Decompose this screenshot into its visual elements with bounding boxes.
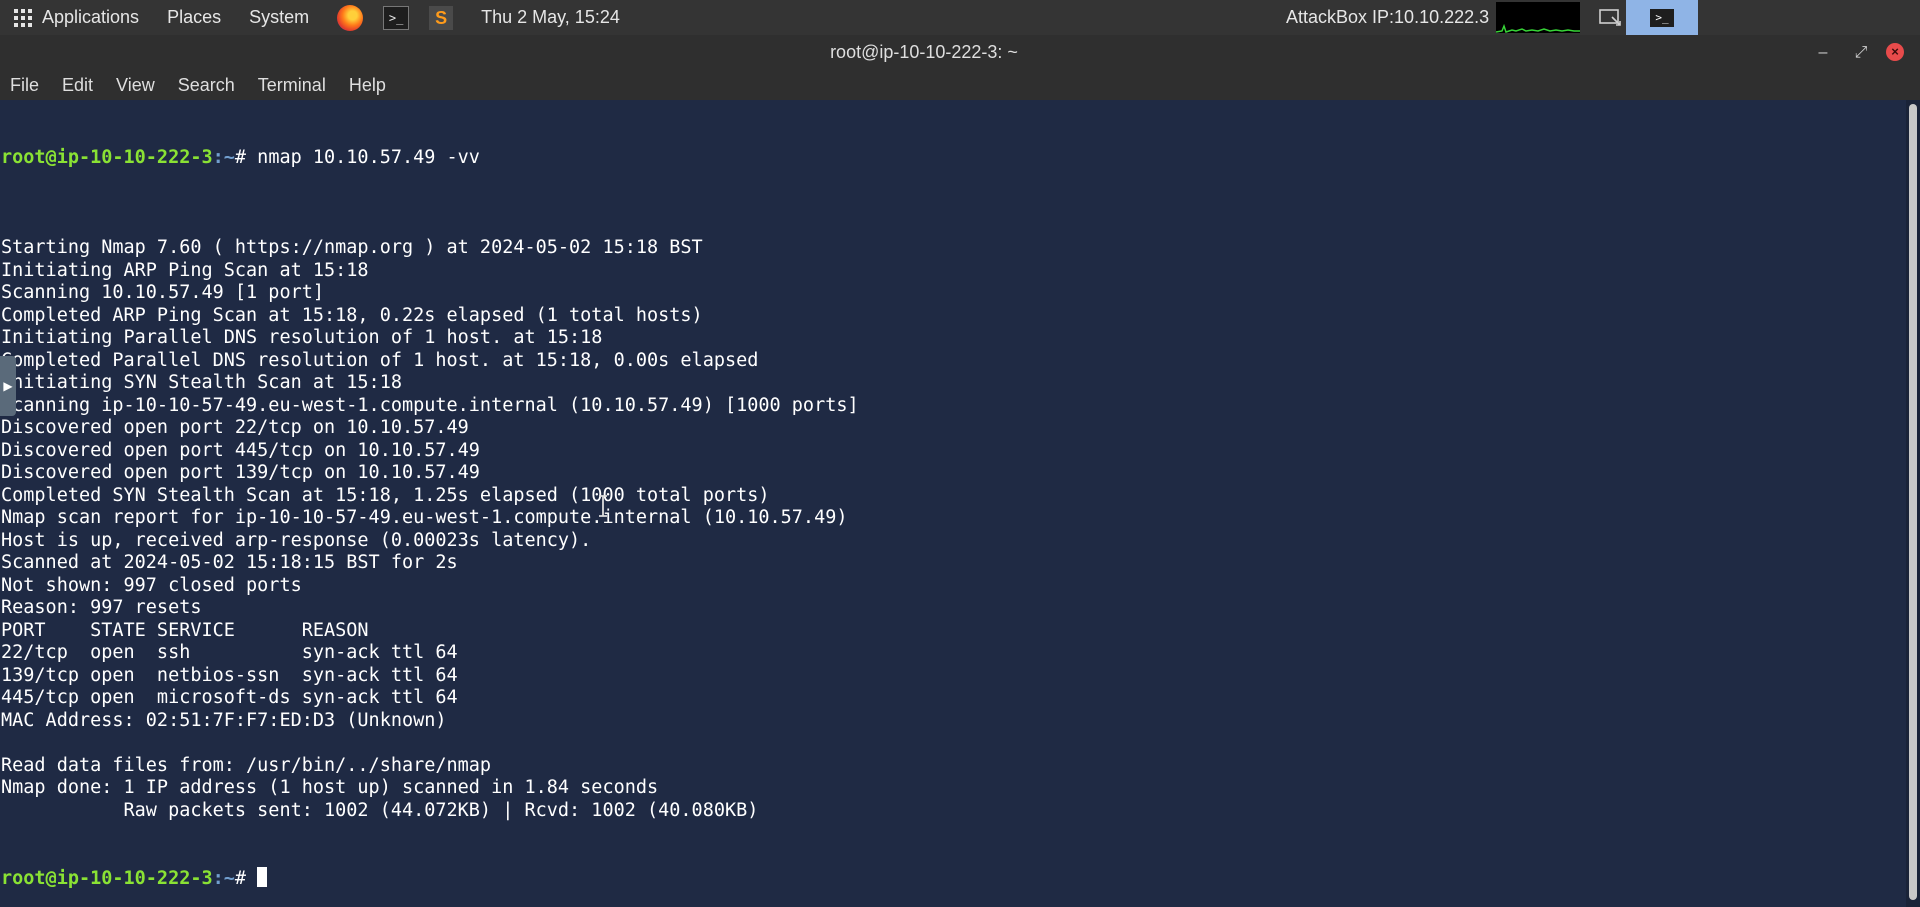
output-line: Completed SYN Stealth Scan at 15:18, 1.2… <box>1 484 770 506</box>
window-title: root@ip-10-10-222-3: ~ <box>830 42 1018 62</box>
maximize-button[interactable]: ⤢ <box>1846 35 1876 70</box>
places-menu[interactable]: Places <box>167 0 221 35</box>
output-line: Not shown: 997 closed ports <box>1 574 302 596</box>
output-line: Starting Nmap 7.60 ( https://nmap.org ) … <box>1 237 703 258</box>
mouse-ibeam-cursor-icon <box>596 494 610 518</box>
output-line: MAC Address: 02:51:7F:F7:ED:D3 (Unknown) <box>1 709 447 731</box>
output-line: Discovered open port 22/tcp on 10.10.57.… <box>1 417 469 438</box>
output-lines: Starting Nmap 7.60 ( https://nmap.org ) … <box>1 215 859 823</box>
output-line: Initiating SYN Stealth Scan at 15:18 <box>1 372 402 393</box>
system-menu[interactable]: System <box>249 0 309 35</box>
menu-search[interactable]: Search <box>178 75 235 96</box>
scrollbar-thumb[interactable] <box>1909 104 1917 900</box>
top-panel: Applications Places System >_ S Thu 2 Ma… <box>0 0 1920 35</box>
prompt-user: root@ip-10-10-222-3 <box>1 147 213 168</box>
window-titlebar[interactable]: root@ip-10-10-222-3: ~ ‒ ⤢ × <box>0 35 1920 70</box>
output-line: Host is up, received arp-response (0.000… <box>1 529 592 551</box>
prompt-symbol: # <box>234 868 247 889</box>
command-line: root@ip-10-10-222-3:~# nmap 10.10.57.49 … <box>1 147 859 170</box>
output-line: PORT STATE SERVICE REASON <box>1 619 369 641</box>
minimize-button[interactable]: ‒ <box>1808 35 1838 70</box>
output-line: 139/tcp open netbios-ssn syn-ack ttl 64 <box>1 664 458 686</box>
output-line: Read data files from: /usr/bin/../share/… <box>1 754 492 776</box>
text-cursor <box>257 867 268 887</box>
menu-terminal[interactable]: Terminal <box>258 75 326 96</box>
terminal-lines: root@ip-10-10-222-3:~# nmap 10.10.57.49 … <box>1 102 859 907</box>
terminal-icon: >_ <box>1650 8 1674 27</box>
applications-menu[interactable]: Applications <box>0 0 139 35</box>
output-line: Raw packets sent: 1002 (44.072KB) | Rcvd… <box>1 799 759 821</box>
menu-edit[interactable]: Edit <box>62 75 93 96</box>
network-monitor-graph[interactable] <box>1496 2 1580 33</box>
output-line: Nmap done: 1 IP address (1 host up) scan… <box>1 777 659 798</box>
output-line: Discovered open port 139/tcp on 10.10.57… <box>1 462 480 483</box>
output-line: Initiating Parallel DNS resolution of 1 … <box>1 327 603 348</box>
output-line: Nmap scan report for ip-10-10-57-49.eu-w… <box>1 507 848 528</box>
command-text: nmap 10.10.57.49 -vv <box>246 147 480 168</box>
side-panel-toggle[interactable]: ▶ <box>0 356 16 416</box>
sublime-text-icon[interactable]: S <box>429 5 454 30</box>
output-line: Completed ARP Ping Scan at 15:18, 0.22s … <box>1 304 703 326</box>
output-line: Reason: 997 resets <box>1 597 202 618</box>
output-line: Scanned at 2024-05-02 15:18:15 BST for 2… <box>1 552 458 573</box>
prompt-symbol: # <box>234 147 247 168</box>
menu-file[interactable]: File <box>10 75 39 96</box>
menu-view[interactable]: View <box>116 75 155 96</box>
taskbar-terminal-window[interactable]: >_ <box>1626 0 1698 35</box>
menu-bar: File Edit View Search Terminal Help <box>0 70 1920 100</box>
apps-grid-icon <box>14 8 32 27</box>
terminal-output-area[interactable]: root@ip-10-10-222-3:~# nmap 10.10.57.49 … <box>0 100 1906 907</box>
prompt-path: :~ <box>212 868 235 889</box>
attackbox-ip: AttackBox IP:10.10.222.3 <box>1286 7 1490 27</box>
output-line: Discovered open port 445/tcp on 10.10.57… <box>1 439 480 461</box>
menu-help[interactable]: Help <box>349 75 386 96</box>
prompt-path: :~ <box>212 147 235 168</box>
clock[interactable]: Thu 2 May, 15:24 <box>481 7 620 28</box>
applications-label: Applications <box>42 7 140 27</box>
output-line: 22/tcp open ssh syn-ack ttl 64 <box>1 642 458 663</box>
output-line: Scanning ip-10-10-57-49.eu-west-1.comput… <box>1 394 859 416</box>
output-line: Scanning 10.10.57.49 [1 port] <box>1 282 325 303</box>
terminal-icon[interactable]: >_ <box>383 5 410 30</box>
firefox-icon[interactable] <box>337 4 364 31</box>
current-prompt-line[interactable]: root@ip-10-10-222-3:~# <box>1 867 859 890</box>
vertical-scrollbar[interactable] <box>1906 100 1920 907</box>
output-line: 445/tcp open microsoft-ds syn-ack ttl 64 <box>1 687 458 708</box>
output-line: Completed Parallel DNS resolution of 1 h… <box>1 349 759 371</box>
output-line: Initiating ARP Ping Scan at 15:18 <box>1 259 369 281</box>
show-desktop-icon[interactable] <box>1598 7 1622 27</box>
prompt-user: root@ip-10-10-222-3 <box>1 868 213 889</box>
close-button[interactable]: × <box>1886 43 1904 61</box>
